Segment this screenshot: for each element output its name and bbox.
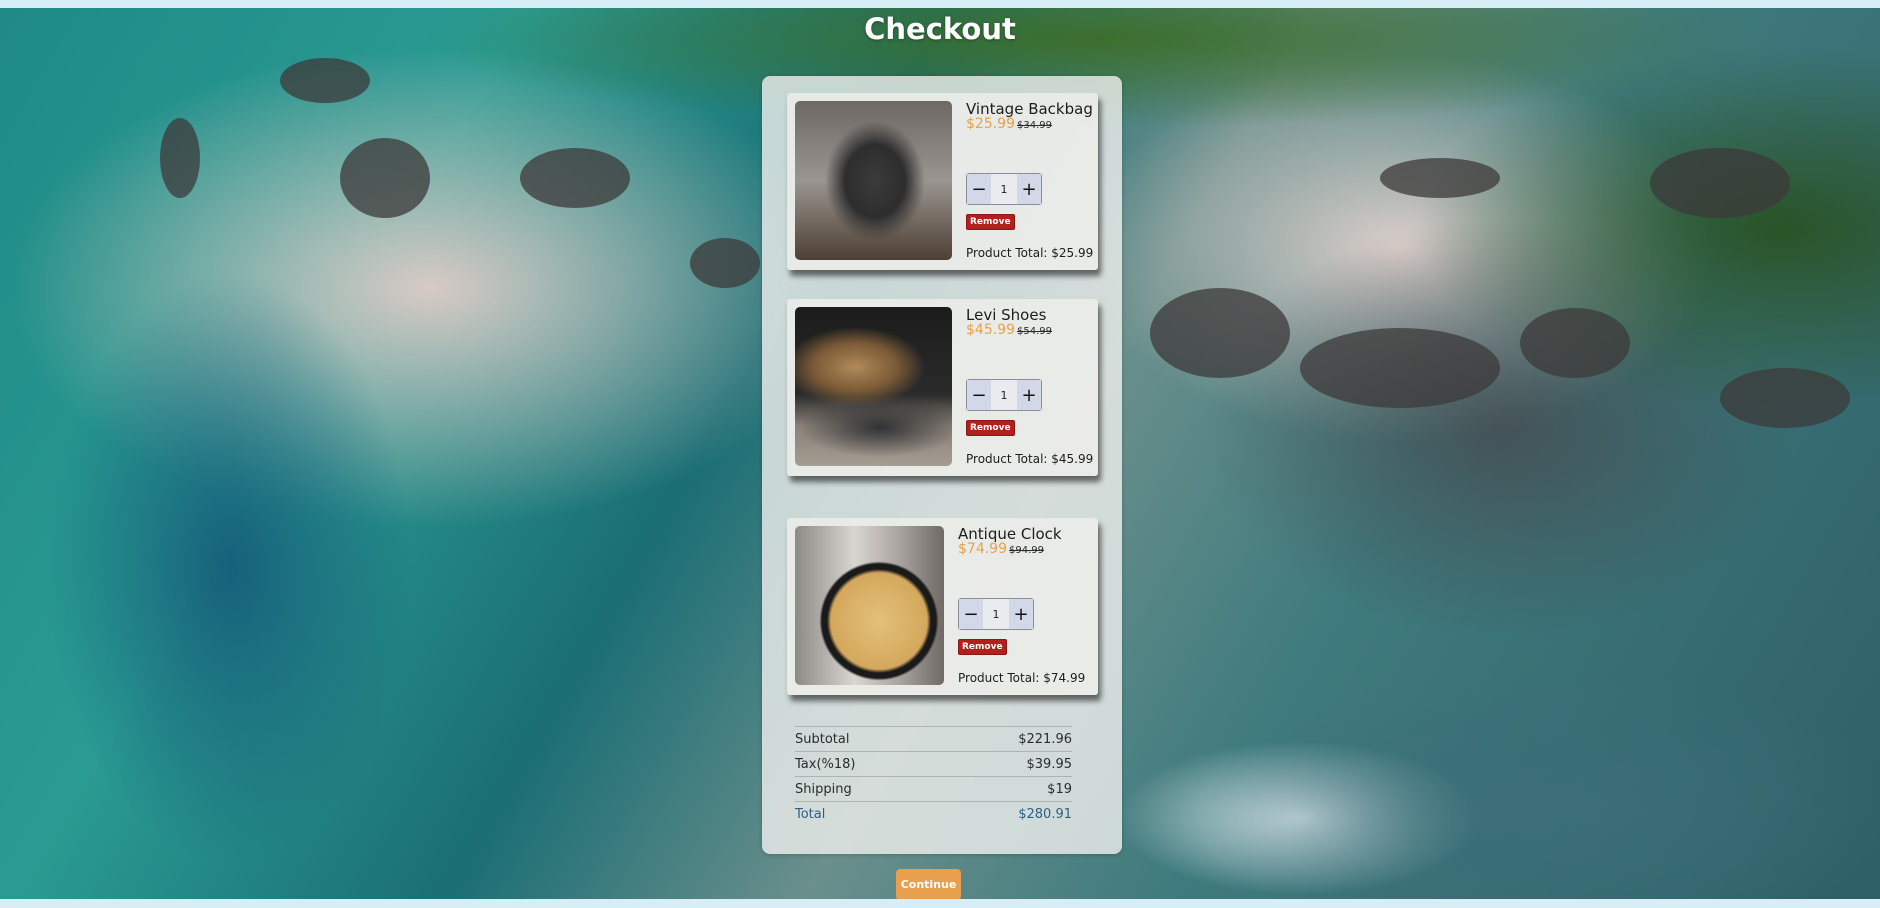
- increase-button[interactable]: +: [1017, 174, 1041, 204]
- current-price: $74.99: [958, 541, 1007, 557]
- clock-photo-icon: [795, 526, 944, 685]
- backpack-photo-icon: [795, 101, 952, 260]
- remove-button[interactable]: Remove: [966, 214, 1015, 230]
- summary-tax: Tax(%18) $39.95: [795, 751, 1072, 777]
- summary-value: $19: [1047, 782, 1072, 797]
- old-price: $94.99: [1009, 545, 1044, 556]
- decrease-button[interactable]: −: [967, 380, 991, 410]
- quantity-value[interactable]: 1: [983, 608, 1009, 621]
- summary-total: Total $280.91: [795, 801, 1072, 827]
- current-price: $45.99: [966, 322, 1015, 338]
- product-price: $45.99 $54.99: [966, 322, 1052, 338]
- summary-label: Shipping: [795, 782, 852, 797]
- quantity-value[interactable]: 1: [991, 389, 1017, 402]
- footer-bar: [0, 899, 1880, 908]
- summary-value: $280.91: [1018, 807, 1072, 822]
- current-price: $25.99: [966, 116, 1015, 132]
- page-title: Checkout: [864, 12, 1016, 46]
- old-price: $54.99: [1017, 326, 1052, 337]
- product-total: Product Total: $74.99: [958, 671, 1086, 685]
- old-price: $34.99: [1017, 120, 1052, 131]
- summary-value: $39.95: [1026, 757, 1073, 772]
- shoe-photo-icon: [795, 307, 952, 466]
- quantity-stepper: − 1 +: [958, 598, 1034, 630]
- continue-button[interactable]: Continue: [896, 869, 961, 900]
- quantity-value[interactable]: 1: [991, 183, 1017, 196]
- product-price: $74.99 $94.99: [958, 541, 1044, 557]
- product-total: Product Total: $25.99: [966, 246, 1094, 260]
- decrease-button[interactable]: −: [959, 599, 983, 629]
- decrease-button[interactable]: −: [967, 174, 991, 204]
- summary-label: Tax(%18): [795, 757, 856, 772]
- summary-shipping: Shipping $19: [795, 776, 1072, 802]
- summary-value: $221.96: [1018, 732, 1072, 747]
- product-card: Vintage Backbag $25.99 $34.99 − 1 + Remov…: [787, 93, 1098, 270]
- increase-button[interactable]: +: [1017, 380, 1041, 410]
- remove-button[interactable]: Remove: [958, 639, 1007, 655]
- product-card: Antique Clock $74.99 $94.99 − 1 + Remove …: [787, 518, 1098, 695]
- summary-label: Subtotal: [795, 732, 850, 747]
- product-price: $25.99 $34.99: [966, 116, 1052, 132]
- quantity-stepper: − 1 +: [966, 379, 1042, 411]
- product-total: Product Total: $45.99: [966, 452, 1094, 466]
- increase-button[interactable]: +: [1009, 599, 1033, 629]
- summary-subtotal: Subtotal $221.96: [795, 726, 1072, 752]
- quantity-stepper: − 1 +: [966, 173, 1042, 205]
- summary-label: Total: [795, 807, 826, 822]
- product-card: Levi Shoes $45.99 $54.99 − 1 + Remove Pro…: [787, 299, 1098, 476]
- remove-button[interactable]: Remove: [966, 420, 1015, 436]
